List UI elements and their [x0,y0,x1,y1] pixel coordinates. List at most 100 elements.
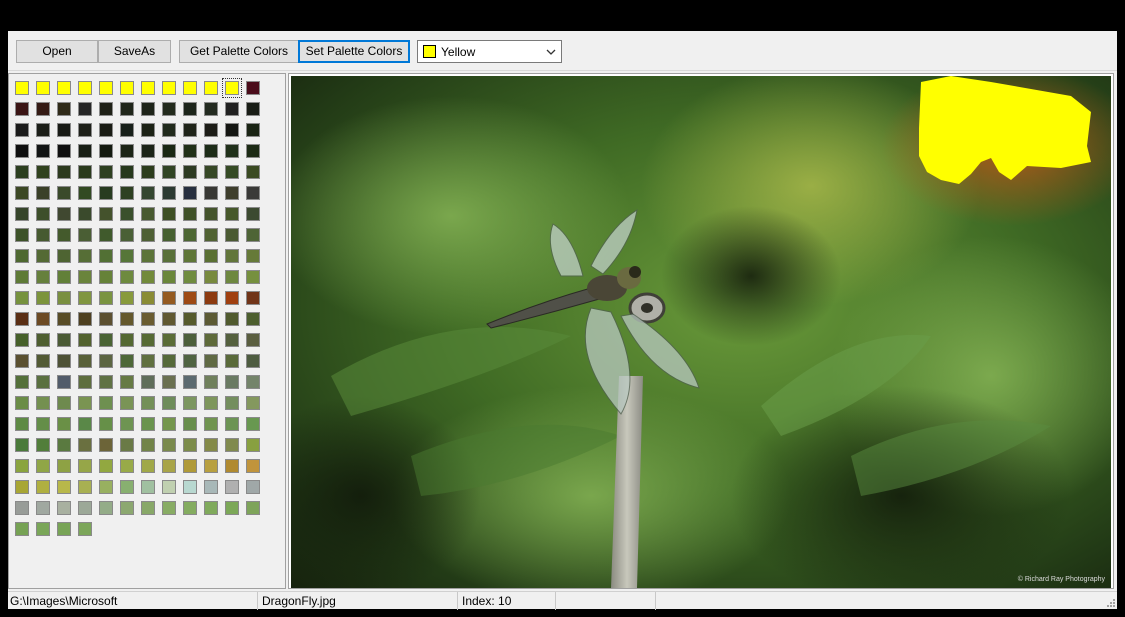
palette-swatch[interactable] [246,480,260,494]
palette-swatch[interactable] [36,522,50,536]
palette-swatch[interactable] [204,375,218,389]
palette-swatch[interactable] [162,291,176,305]
palette-swatch[interactable] [183,333,197,347]
palette-swatch[interactable] [246,81,260,95]
palette-swatch[interactable] [246,228,260,242]
palette-swatch[interactable] [36,480,50,494]
palette-swatch[interactable] [183,480,197,494]
palette-swatch[interactable] [204,228,218,242]
palette-swatch[interactable] [183,249,197,263]
palette-swatch[interactable] [204,144,218,158]
palette-swatch[interactable] [99,291,113,305]
palette-swatch[interactable] [120,207,134,221]
color-select[interactable]: Yellow [417,40,562,63]
palette-swatch[interactable] [225,123,239,137]
palette-swatch[interactable] [246,312,260,326]
palette-swatch[interactable] [78,417,92,431]
palette-swatch[interactable] [99,165,113,179]
get-palette-colors-button[interactable]: Get Palette Colors [179,40,299,63]
palette-swatch[interactable] [99,249,113,263]
palette-swatch[interactable] [246,438,260,452]
palette-swatch[interactable] [99,186,113,200]
palette-swatch[interactable] [141,186,155,200]
palette-swatch[interactable] [183,459,197,473]
palette-swatch[interactable] [183,354,197,368]
palette-swatch[interactable] [225,270,239,284]
palette-swatch[interactable] [246,102,260,116]
palette-swatch[interactable] [204,396,218,410]
palette-swatch[interactable] [57,480,71,494]
palette-swatch[interactable] [162,144,176,158]
palette-swatch[interactable] [246,270,260,284]
palette-swatch[interactable] [225,501,239,515]
chevron-down-icon[interactable] [545,46,557,58]
palette-swatch[interactable] [57,459,71,473]
palette-swatch[interactable] [36,165,50,179]
palette-swatch[interactable] [141,396,155,410]
palette-swatch[interactable] [120,81,134,95]
palette-swatch[interactable] [246,459,260,473]
palette-swatch[interactable] [78,438,92,452]
palette-swatch[interactable] [57,249,71,263]
palette-swatch[interactable] [57,186,71,200]
palette-swatch[interactable] [246,333,260,347]
palette-swatch[interactable] [120,459,134,473]
palette-swatch[interactable] [204,270,218,284]
palette-swatch[interactable] [204,291,218,305]
palette-swatch[interactable] [78,270,92,284]
palette-swatch[interactable] [120,438,134,452]
palette-swatch[interactable] [78,81,92,95]
palette-swatch[interactable] [78,207,92,221]
palette-swatch[interactable] [141,144,155,158]
palette-swatch[interactable] [78,501,92,515]
palette-swatch[interactable] [36,417,50,431]
palette-swatch[interactable] [204,333,218,347]
palette-swatch[interactable] [57,354,71,368]
palette-swatch[interactable] [222,78,242,98]
palette-swatch[interactable] [204,417,218,431]
palette-swatch[interactable] [78,123,92,137]
palette-swatch[interactable] [57,207,71,221]
palette-swatch[interactable] [141,333,155,347]
palette-swatch[interactable] [99,417,113,431]
palette-swatch[interactable] [183,501,197,515]
palette-swatch[interactable] [15,270,29,284]
palette-swatch[interactable] [120,354,134,368]
palette-swatch[interactable] [141,459,155,473]
palette-swatch[interactable] [225,207,239,221]
palette-swatch[interactable] [162,501,176,515]
palette-swatch[interactable] [141,417,155,431]
palette-swatch[interactable] [15,228,29,242]
palette-swatch[interactable] [120,144,134,158]
palette-swatch[interactable] [99,144,113,158]
palette-swatch[interactable] [204,312,218,326]
palette-swatch[interactable] [15,207,29,221]
palette-swatch[interactable] [120,396,134,410]
palette-swatch[interactable] [162,165,176,179]
palette-swatch[interactable] [15,249,29,263]
palette-swatch[interactable] [204,81,218,95]
palette-swatch[interactable] [78,249,92,263]
palette-swatch[interactable] [57,396,71,410]
palette-swatch[interactable] [99,480,113,494]
palette-swatch[interactable] [225,459,239,473]
palette-swatch[interactable] [246,123,260,137]
palette-swatch[interactable] [15,102,29,116]
palette-swatch[interactable] [36,144,50,158]
palette-swatch[interactable] [15,375,29,389]
palette-swatch[interactable] [15,417,29,431]
palette-swatch[interactable] [15,354,29,368]
palette-swatch[interactable] [120,333,134,347]
palette-swatch[interactable] [246,144,260,158]
palette-swatch[interactable] [162,354,176,368]
palette-swatch[interactable] [15,165,29,179]
palette-swatch[interactable] [183,144,197,158]
palette-swatch[interactable] [141,375,155,389]
palette-swatch[interactable] [204,480,218,494]
palette-swatch[interactable] [204,438,218,452]
palette-swatch[interactable] [225,396,239,410]
palette-swatch[interactable] [183,438,197,452]
palette-swatch[interactable] [141,81,155,95]
palette-swatch[interactable] [36,396,50,410]
palette-swatch[interactable] [36,228,50,242]
